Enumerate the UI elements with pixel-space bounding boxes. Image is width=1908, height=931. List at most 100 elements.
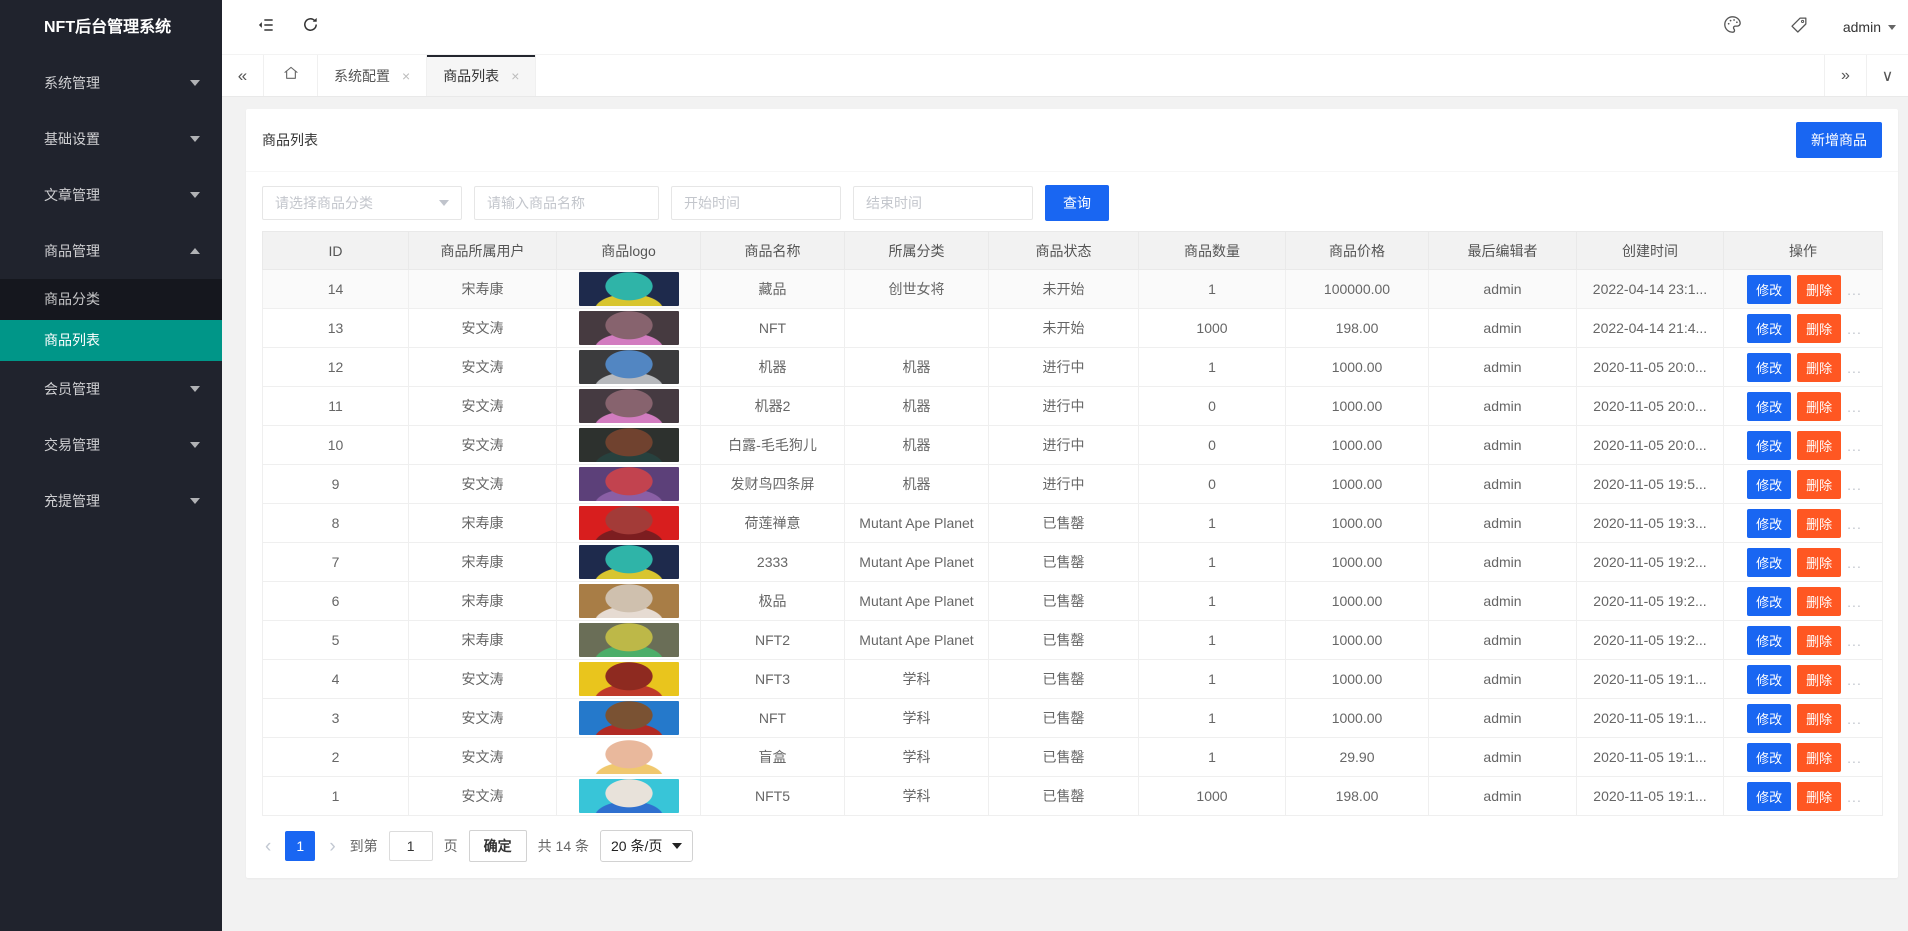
edit-button[interactable]: 修改 — [1747, 626, 1791, 655]
column-header: 所属分类 — [845, 232, 989, 270]
home-tab-button[interactable] — [264, 55, 318, 96]
cell-category: 机器 — [845, 465, 989, 504]
close-icon[interactable]: × — [511, 68, 519, 84]
cell-id: 4 — [263, 660, 409, 699]
more-actions-dots: ... — [1847, 477, 1862, 493]
username: admin — [1843, 19, 1881, 35]
edit-button[interactable]: 修改 — [1747, 665, 1791, 694]
product-name-input[interactable] — [474, 186, 659, 220]
cell-logo — [557, 465, 701, 504]
delete-button[interactable]: 删除 — [1797, 392, 1841, 421]
cell-created: 2020-11-05 19:3... — [1577, 504, 1724, 543]
cell-qty: 1 — [1139, 543, 1286, 582]
cell-price: 1000.00 — [1286, 621, 1429, 660]
delete-button[interactable]: 删除 — [1797, 314, 1841, 343]
goto-page-input[interactable] — [389, 831, 433, 861]
table-row: 12安文涛机器机器进行中11000.00admin2020-11-05 20:0… — [263, 348, 1883, 387]
cell-category: Mutant Ape Planet — [845, 582, 989, 621]
refresh-button[interactable] — [288, 7, 332, 47]
cell-owner: 安文涛 — [409, 465, 557, 504]
edit-button[interactable]: 修改 — [1747, 587, 1791, 616]
cell-actions: 修改删除... — [1724, 465, 1883, 504]
tab-0[interactable]: 系统配置× — [318, 55, 427, 96]
sidebar-item-0[interactable]: 系统管理 — [0, 55, 222, 111]
add-product-button[interactable]: 新增商品 — [1796, 122, 1882, 158]
page-size-select[interactable]: 20 条/页 — [600, 830, 693, 862]
table-row: 7宋寿康2333Mutant Ape Planet已售罄11000.00admi… — [263, 543, 1883, 582]
tag-button[interactable] — [1777, 7, 1821, 47]
edit-button[interactable]: 修改 — [1747, 743, 1791, 772]
close-icon[interactable]: × — [402, 68, 410, 84]
tabs-menu-button[interactable]: ∨ — [1866, 55, 1908, 96]
cell-owner: 安文涛 — [409, 309, 557, 348]
edit-button[interactable]: 修改 — [1747, 704, 1791, 733]
cell-qty: 0 — [1139, 465, 1286, 504]
cell-editor: admin — [1429, 699, 1577, 738]
product-logo-image — [579, 662, 679, 696]
delete-button[interactable]: 删除 — [1797, 665, 1841, 694]
delete-button[interactable]: 删除 — [1797, 470, 1841, 499]
column-header: 创建时间 — [1577, 232, 1724, 270]
cell-name: NFT — [701, 699, 845, 738]
tab-1[interactable]: 商品列表× — [427, 55, 536, 96]
search-button[interactable]: 查询 — [1045, 185, 1109, 221]
scroll-tabs-left-button[interactable]: « — [222, 55, 264, 96]
cell-name: 机器2 — [701, 387, 845, 426]
palette-icon — [1722, 14, 1743, 40]
sidebar-item-2[interactable]: 文章管理 — [0, 167, 222, 223]
page-unit-label: 页 — [444, 836, 458, 856]
cell-editor: admin — [1429, 660, 1577, 699]
delete-button[interactable]: 删除 — [1797, 431, 1841, 460]
cell-price: 1000.00 — [1286, 699, 1429, 738]
sidebar-item-3[interactable]: 商品管理 — [0, 223, 222, 279]
delete-button[interactable]: 删除 — [1797, 353, 1841, 382]
edit-button[interactable]: 修改 — [1747, 470, 1791, 499]
user-menu[interactable]: admin — [1843, 19, 1898, 35]
prev-page-button[interactable]: ‹ — [262, 837, 274, 856]
delete-button[interactable]: 删除 — [1797, 743, 1841, 772]
cell-id: 10 — [263, 426, 409, 465]
edit-button[interactable]: 修改 — [1747, 353, 1791, 382]
collapse-sidebar-button[interactable] — [244, 7, 288, 47]
shrink-menu-icon — [256, 15, 276, 40]
delete-button[interactable]: 删除 — [1797, 704, 1841, 733]
sidebar-item-4[interactable]: 会员管理 — [0, 361, 222, 417]
sidebar-item-5[interactable]: 交易管理 — [0, 417, 222, 473]
app-root: NFT后台管理系统 系统管理基础设置文章管理商品管理商品分类商品列表会员管理交易… — [0, 0, 1908, 931]
topbar-right: admin — [1711, 7, 1898, 47]
delete-button[interactable]: 删除 — [1797, 509, 1841, 538]
sidebar-subitem-1[interactable]: 商品列表 — [0, 320, 222, 361]
edit-button[interactable]: 修改 — [1747, 548, 1791, 577]
edit-button[interactable]: 修改 — [1747, 314, 1791, 343]
cell-name: NFT5 — [701, 777, 845, 816]
sidebar-subitem-0[interactable]: 商品分类 — [0, 279, 222, 320]
category-select[interactable]: 请选择商品分类 — [262, 186, 462, 220]
cell-category: Mutant Ape Planet — [845, 543, 989, 582]
cell-created: 2022-04-14 23:1... — [1577, 270, 1724, 309]
theme-button[interactable] — [1711, 7, 1755, 47]
sidebar-item-1[interactable]: 基础设置 — [0, 111, 222, 167]
next-page-button[interactable]: › — [326, 837, 338, 856]
end-time-input[interactable] — [853, 186, 1033, 220]
cell-qty: 1 — [1139, 738, 1286, 777]
delete-button[interactable]: 删除 — [1797, 626, 1841, 655]
start-time-input[interactable] — [671, 186, 841, 220]
edit-button[interactable]: 修改 — [1747, 392, 1791, 421]
edit-button[interactable]: 修改 — [1747, 275, 1791, 304]
edit-button[interactable]: 修改 — [1747, 431, 1791, 460]
confirm-page-button[interactable]: 确定 — [469, 830, 527, 862]
delete-button[interactable]: 删除 — [1797, 275, 1841, 304]
more-actions-dots: ... — [1847, 555, 1862, 571]
product-logo-image — [579, 350, 679, 384]
scroll-tabs-right-button[interactable]: » — [1824, 55, 1866, 96]
chevron-down-icon — [190, 498, 200, 504]
delete-button[interactable]: 删除 — [1797, 587, 1841, 616]
sidebar-item-label: 交易管理 — [44, 435, 100, 455]
sidebar-item-6[interactable]: 充提管理 — [0, 473, 222, 529]
edit-button[interactable]: 修改 — [1747, 782, 1791, 811]
delete-button[interactable]: 删除 — [1797, 782, 1841, 811]
page-1-button[interactable]: 1 — [285, 831, 315, 861]
delete-button[interactable]: 删除 — [1797, 548, 1841, 577]
edit-button[interactable]: 修改 — [1747, 509, 1791, 538]
product-logo-image — [579, 311, 679, 345]
